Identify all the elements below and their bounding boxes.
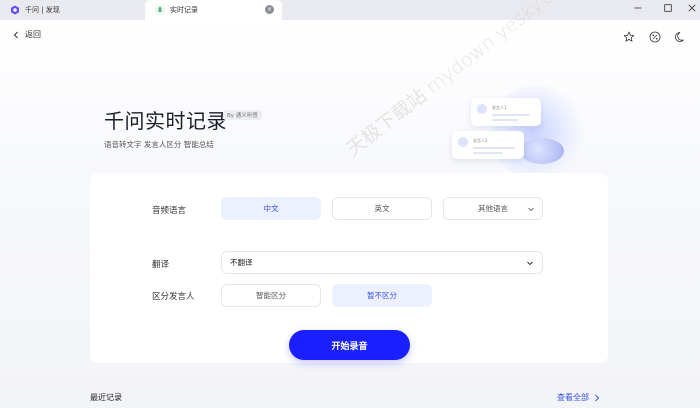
record-config-card: 音频语言 中文 英文 其他语言 翻译 不翻译 区分发言人 智能区分 暂不区分 开…	[90, 173, 608, 363]
other-language-select[interactable]: 其他语言	[443, 197, 543, 220]
view-all-label: 查看全部	[557, 393, 589, 402]
language-option-chinese[interactable]: 中文	[221, 197, 321, 220]
minimize-icon	[634, 7, 642, 9]
back-button[interactable]: 返回	[12, 29, 41, 40]
maximize-icon	[664, 4, 672, 12]
tab-bar: 千问 | 发现 实时记录 ×	[0, 0, 700, 20]
chevron-left-icon	[13, 31, 18, 38]
tab-discover[interactable]: 千问 | 发现	[0, 0, 140, 20]
chevron-down-icon	[527, 261, 533, 266]
illustration-speaker-1: 发言人1	[492, 105, 507, 110]
qianwen-logo-icon	[11, 5, 19, 15]
illustration-speaker-card-2: 发言人2	[452, 131, 524, 159]
start-recording-button[interactable]: 开始录音	[289, 330, 410, 360]
translate-label: 翻译	[152, 260, 170, 270]
avatar-icon	[477, 104, 487, 114]
close-tab-icon[interactable]: ×	[265, 5, 274, 14]
chevron-down-icon	[528, 207, 534, 212]
speaker-option-none[interactable]: 暂不区分	[332, 284, 432, 307]
audio-language-label: 音频语言	[152, 206, 187, 216]
minimize-button[interactable]	[624, 0, 652, 16]
dark-mode-button[interactable]	[675, 28, 689, 42]
illustration-speaker-2: 发言人2	[473, 138, 488, 143]
illustration-line	[473, 152, 503, 154]
close-icon	[688, 4, 696, 12]
back-label: 返回	[25, 30, 41, 39]
avatar-icon	[458, 137, 468, 147]
chevron-right-icon	[595, 394, 600, 401]
view-all-link[interactable]: 查看全部	[557, 392, 601, 403]
illustration-line	[492, 114, 530, 116]
page-subtitle: 语音转文字 发言人区分 智能总结	[104, 140, 214, 149]
speaker-label: 区分发言人	[152, 292, 195, 302]
other-language-label: 其他语言	[478, 204, 508, 213]
recent-records-title: 最近记录	[90, 393, 122, 402]
percent-button[interactable]	[649, 28, 663, 43]
star-icon	[623, 31, 635, 42]
illustration-blob	[520, 138, 564, 164]
illustration-line	[492, 119, 518, 121]
realtime-record-page: 返回 千问实时记录 By 通义听悟 语音转文字 发言人区分 智能总结 发言人1	[0, 0, 700, 408]
powered-by-badge: By 通义听悟	[223, 110, 262, 120]
speaker-option-smart[interactable]: 智能区分	[221, 284, 321, 307]
close-window-button[interactable]	[678, 0, 700, 16]
record-app-icon	[155, 5, 165, 15]
page-title: 千问实时记录	[104, 109, 227, 133]
favorite-button[interactable]	[623, 28, 637, 42]
moon-icon	[675, 32, 684, 42]
illustration-speaker-card-1: 发言人1	[471, 98, 541, 126]
translate-select[interactable]: 不翻译	[221, 251, 543, 274]
tab-realtime-record[interactable]: 实时记录 ×	[145, 0, 282, 20]
tab-discover-label: 千问 | 发现	[25, 6, 60, 14]
translate-value: 不翻译	[230, 258, 253, 267]
percent-circle-icon	[649, 31, 661, 43]
tab-realtime-record-label: 实时记录	[170, 6, 198, 14]
language-option-english[interactable]: 英文	[332, 197, 432, 220]
illustration-line	[473, 147, 515, 149]
